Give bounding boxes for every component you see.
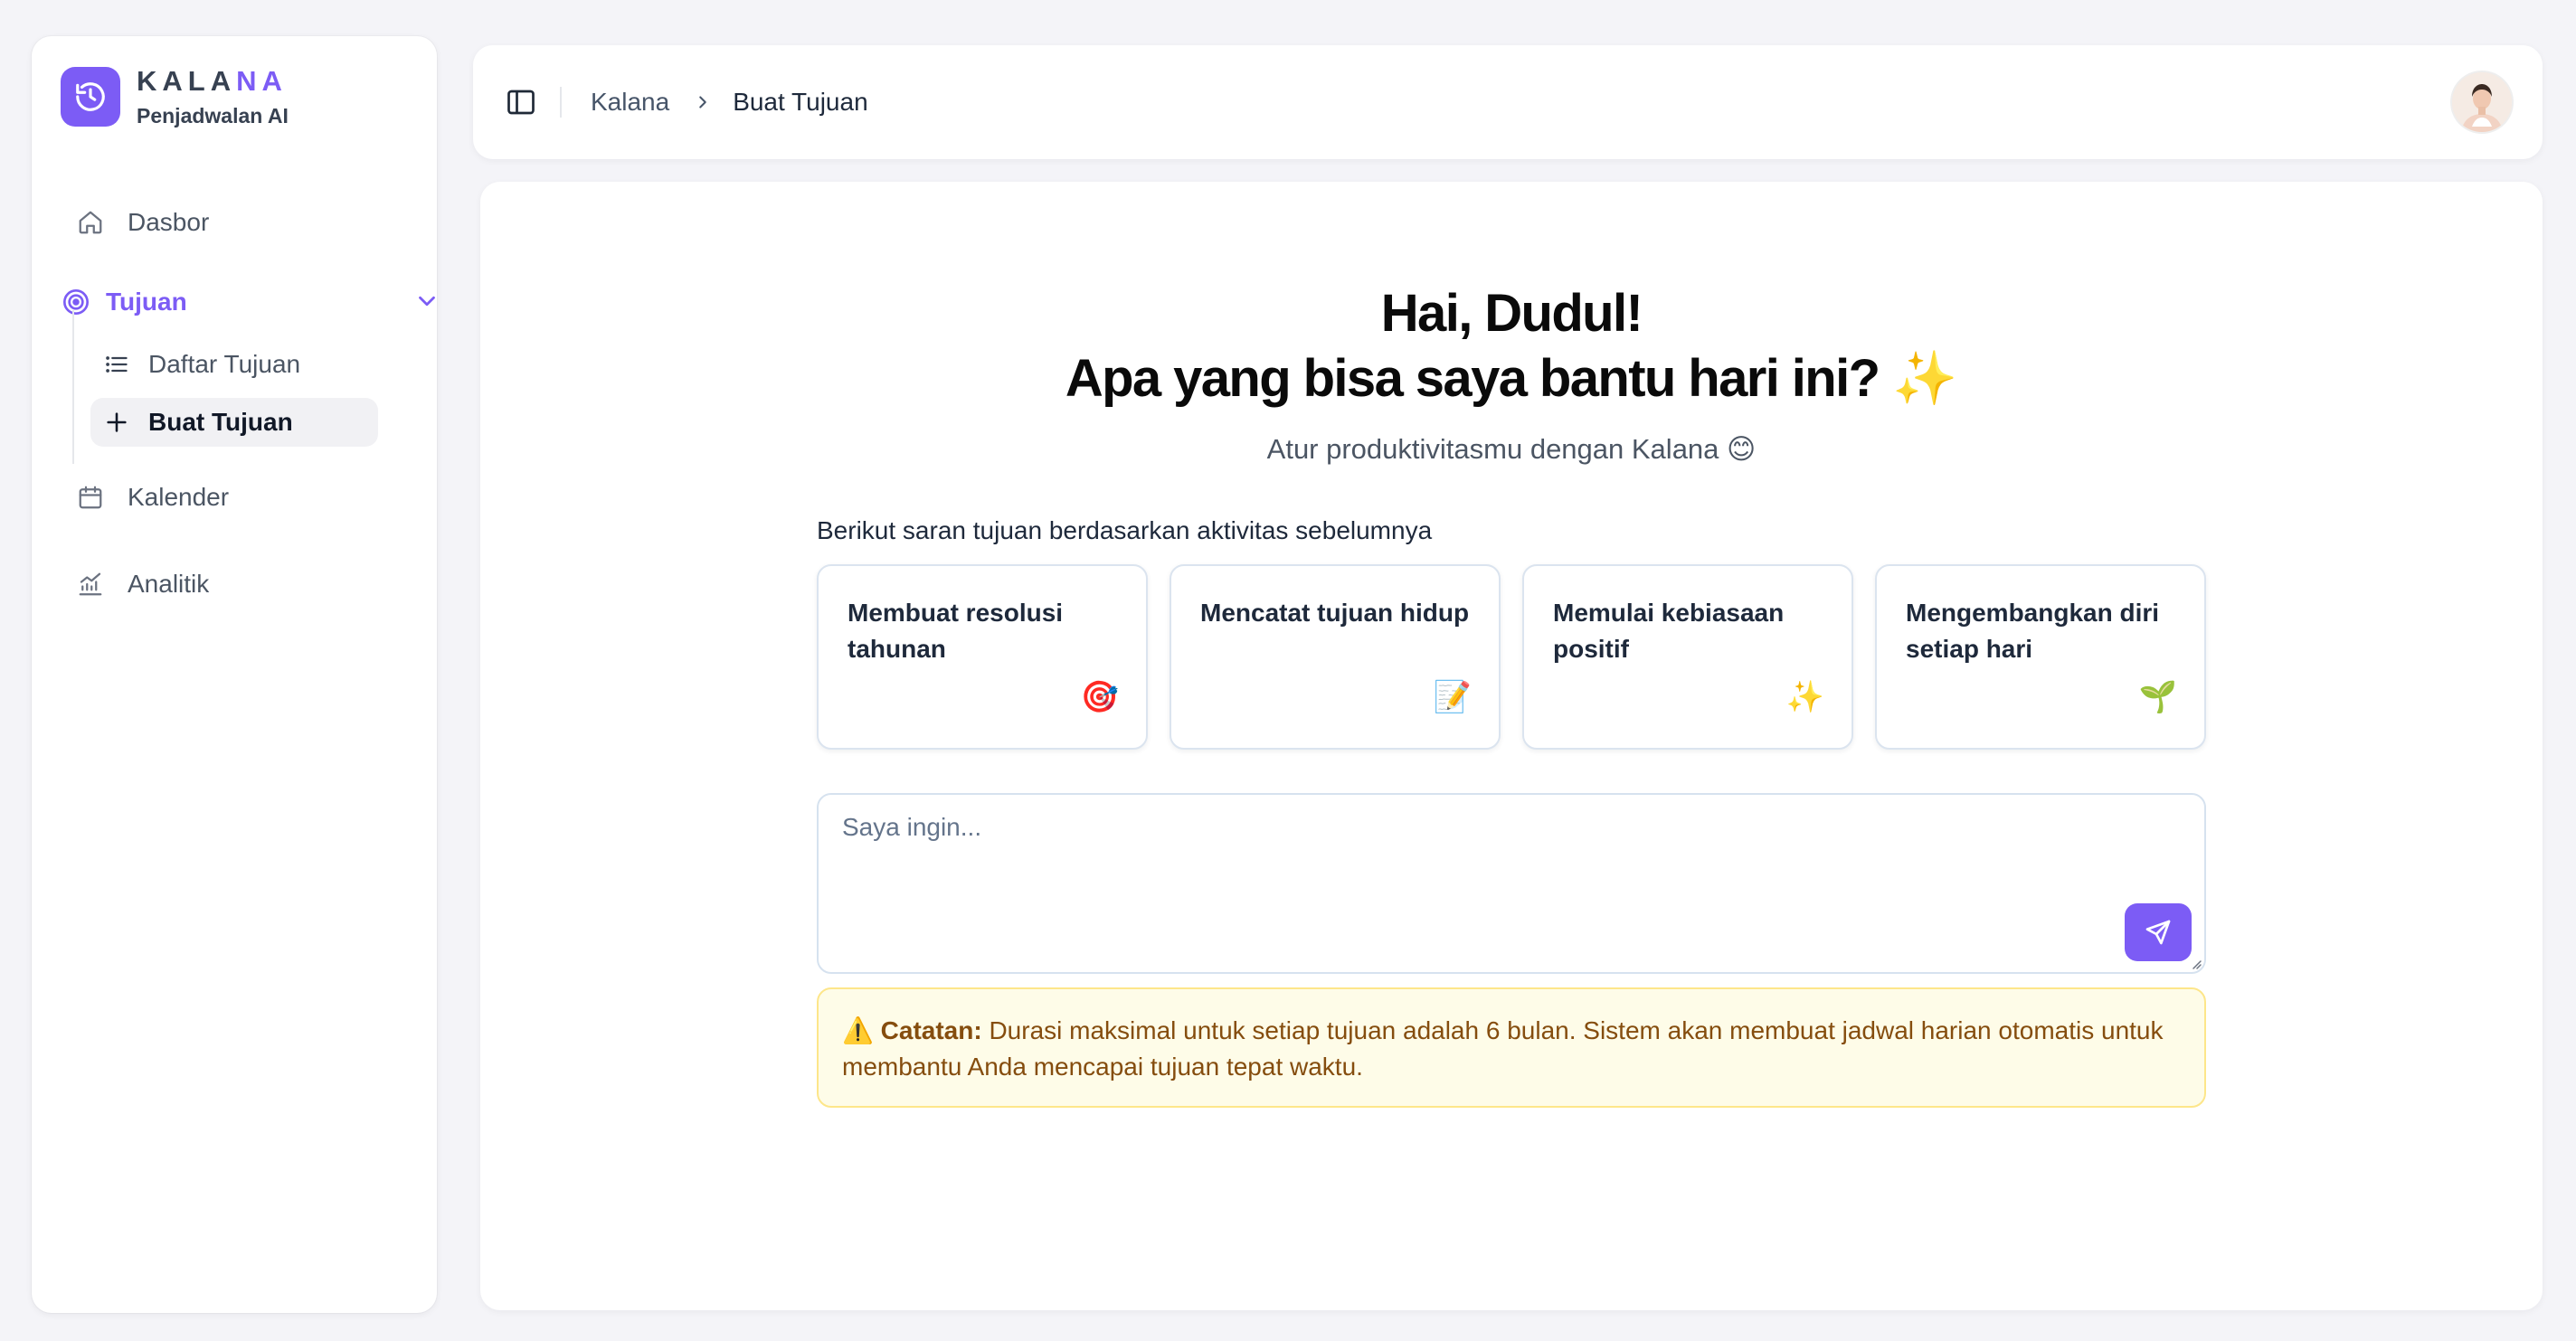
suggestion-title: Memulai kebiasaan positif: [1553, 599, 1785, 663]
suggestion-title: Membuat resolusi tahunan: [848, 599, 1064, 663]
brand-name: KALANA: [137, 65, 288, 97]
sidebar-item-dashboard[interactable]: Dasbor: [75, 203, 209, 242]
warning-icon: ⚠️: [842, 1016, 874, 1044]
main-content: Hai, Dudul! Apa yang bisa saya bantu har…: [480, 182, 2543, 1310]
greeting-subtitle: Atur produktivitasmu dengan Kalana 😊: [1266, 433, 1757, 465]
suggestion-title: Mengembangkan diri setiap hari: [1906, 599, 2160, 663]
calendar-icon: [75, 482, 106, 513]
resize-handle[interactable]: [2188, 956, 2202, 970]
clock-history-icon: [61, 67, 120, 127]
suggestion-cards: Membuat resolusi tahunan 🎯 Mencatat tuju…: [817, 564, 2206, 750]
send-icon: [2145, 920, 2171, 945]
sidebar-item-goal-list[interactable]: Daftar Tujuan: [90, 340, 378, 389]
sidebar-item-label: Kalender: [128, 483, 230, 511]
sidebar-item-label: Tujuan: [106, 288, 187, 316]
chart-line-icon: [75, 569, 106, 600]
chevron-right-icon: [693, 92, 713, 112]
panel-left-icon[interactable]: [505, 86, 537, 118]
sidebar-item-label: Buat Tujuan: [148, 408, 293, 436]
brand[interactable]: KALANA Penjadwalan AI: [61, 65, 289, 128]
sidebar-item-analytics[interactable]: Analitik: [75, 564, 209, 604]
suggestion-card[interactable]: Mengembangkan diri setiap hari 🌱: [1875, 564, 2206, 750]
goal-prompt-box: [817, 793, 2206, 974]
header-divider: [560, 87, 562, 118]
seedling-emoji-icon: 🌱: [2138, 680, 2177, 714]
greeting-title: Hai, Dudul!: [1380, 284, 1643, 343]
sparkles-emoji-icon: ✨: [1785, 680, 1824, 714]
suggestions-label: Berikut saran tujuan berdasarkan aktivit…: [817, 516, 1433, 544]
avatar[interactable]: [2452, 72, 2512, 132]
note-label: Catatan:: [880, 1016, 982, 1044]
greeting-question: Apa yang bisa saya bantu hari ini? ✨: [1065, 349, 1958, 408]
sidebar-item-label: Dasbor: [128, 208, 210, 236]
send-button[interactable]: [2125, 903, 2192, 961]
note-alert: ⚠️ Catatan: Durasi maksimal untuk setiap…: [817, 987, 2206, 1108]
top-header: Kalana Buat Tujuan: [473, 45, 2543, 159]
suggestion-card[interactable]: Membuat resolusi tahunan 🎯: [817, 564, 1148, 750]
memo-emoji-icon: 📝: [1433, 680, 1472, 714]
plus-icon: [103, 409, 130, 436]
breadcrumb-root-link[interactable]: Kalana: [591, 88, 669, 117]
target-emoji-icon: 🎯: [1080, 680, 1119, 714]
target-icon: [61, 287, 91, 317]
goal-prompt-input[interactable]: [819, 795, 2204, 972]
breadcrumb-current: Buat Tujuan: [733, 88, 868, 116]
sidebar-item-calendar[interactable]: Kalender: [75, 477, 229, 517]
sparkles-icon: ✨: [1891, 349, 1958, 408]
list-icon: [103, 351, 130, 378]
suggestion-title: Mencatat tujuan hidup: [1200, 599, 1470, 627]
greeting: Hai, Dudul! Apa yang bisa saya bantu har…: [480, 281, 2543, 467]
brand-subtitle: Penjadwalan AI: [137, 104, 289, 127]
sidebar-item-label: Daftar Tujuan: [148, 350, 301, 378]
home-icon: [75, 207, 106, 238]
sidebar-item-goals[interactable]: Tujuan: [61, 282, 440, 322]
breadcrumb: Kalana Buat Tujuan: [591, 85, 868, 119]
sidebar-item-label: Analitik: [128, 570, 210, 598]
sidebar-item-create-goal[interactable]: Buat Tujuan: [90, 398, 378, 447]
suggestion-card[interactable]: Mencatat tujuan hidup 📝: [1170, 564, 1501, 750]
submenu-guide-line: [72, 310, 74, 464]
chevron-down-icon[interactable]: [413, 288, 440, 315]
sidebar: KALANA Penjadwalan AI Dasbor Tujuan Daft…: [32, 36, 437, 1313]
note-text: Durasi maksimal untuk setiap tujuan adal…: [842, 1016, 2164, 1081]
suggestion-card[interactable]: Memulai kebiasaan positif ✨: [1522, 564, 1853, 750]
